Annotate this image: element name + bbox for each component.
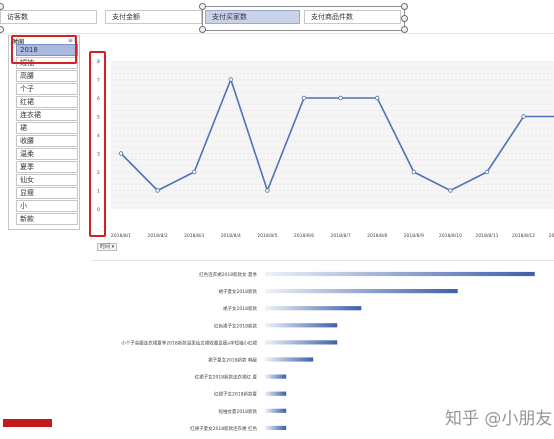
bar — [265, 357, 314, 362]
bar — [265, 306, 362, 311]
resize-handle[interactable] — [0, 26, 4, 33]
x-tick-label: 2018/8/4 — [221, 233, 241, 239]
x-tick-label: 2018/8/7 — [330, 233, 350, 239]
slicer-item[interactable]: 温柔 — [16, 148, 78, 160]
x-tick-label: 2018/8/1 — [111, 233, 131, 239]
x-tick-label: 2018/8/12 — [512, 233, 535, 239]
bar — [265, 391, 287, 396]
data-point — [155, 188, 160, 193]
bar — [265, 408, 287, 413]
slicer-item[interactable]: 个子 — [16, 83, 78, 95]
category-label: 裙子夏女2018新款 韩版 — [208, 357, 257, 364]
resize-handle[interactable] — [0, 3, 4, 10]
data-point — [265, 188, 270, 193]
axis-field-button[interactable]: 时间 ▾ — [97, 243, 117, 251]
line-chart-svg: 0123456782018/8/1 2018/8/2 2018/8/3 2018/8/… — [97, 59, 554, 239]
slicer-item[interactable]: 连衣裙 — [16, 109, 78, 121]
category-label: 短袖女夏2018新款 — [219, 408, 258, 415]
bar — [265, 323, 338, 328]
category-label: 红色连衣裙2018新款女 夏季 — [199, 271, 257, 278]
slicer-item[interactable]: 新款 — [16, 213, 78, 225]
x-tick-label: 2018/8/13 — [549, 233, 554, 239]
category-label: 小个子高腰连衣裙夏季2018新款温柔仙女裙收腰显瘦a字短袖小红裙 — [121, 339, 257, 346]
x-tick-label: 2018/8/2 — [147, 233, 167, 239]
tab-payment-amount[interactable]: 支付金额 — [105, 10, 202, 24]
x-tick-label: 2018/8/3 — [184, 233, 204, 239]
category-label: 红裙子女2018新款夏 — [214, 391, 257, 398]
x-tick-label: 2018/8/10 — [439, 233, 462, 239]
watermark: 知乎 @小朋友 — [445, 409, 553, 429]
resize-handle[interactable] — [199, 26, 206, 33]
category-label: 裙子女2018新款 — [223, 305, 257, 312]
data-point — [301, 95, 307, 101]
x-tick-label: 2018/8/11 — [475, 233, 498, 239]
bar — [265, 271, 535, 277]
metric-tab-bar: 访客数 支付金额 支付买家数 支付商品件数 — [0, 0, 554, 34]
slicer-item[interactable]: 仙女 — [16, 174, 78, 186]
slicer-item[interactable]: 显瘦 — [16, 187, 78, 199]
resize-handle[interactable] — [199, 3, 206, 10]
resize-handle[interactable] — [401, 15, 408, 22]
category-label: 裙子夏女2018新款 — [219, 288, 258, 295]
slicer-item[interactable]: 红裙 — [16, 96, 78, 108]
bar — [265, 289, 458, 294]
category-label: 红色裙子女2018新款 — [214, 322, 257, 329]
slicer-item[interactable]: 夏季 — [16, 161, 78, 173]
tab-visitors[interactable]: 访客数 — [0, 10, 97, 24]
bar — [265, 374, 287, 379]
slicer-item[interactable]: 裙 — [16, 122, 78, 134]
resize-handle[interactable] — [401, 26, 408, 33]
bar — [265, 340, 338, 345]
selection-frame — [202, 6, 405, 31]
data-point — [411, 169, 416, 175]
data-point — [375, 95, 380, 101]
resize-handle[interactable] — [401, 3, 408, 10]
highlight-box-slicer — [11, 35, 77, 64]
data-point — [484, 169, 490, 175]
data-point — [228, 77, 233, 82]
x-tick-label: 2018/8/5 — [257, 233, 277, 239]
data-point — [118, 151, 124, 156]
keyword-slicer: 时间 ≡× 2018 短袖 高腰 个子 红裙 连衣裙裙收腰 温柔 夏季 仙女 显瘦小新款 — [8, 35, 80, 230]
x-tick-label: 2018/8/9 — [404, 233, 424, 239]
data-point — [448, 188, 453, 193]
slicer-item[interactable]: 高腰 — [16, 70, 78, 82]
highlight-box-y-axis — [89, 51, 106, 237]
bar — [265, 425, 287, 430]
data-point — [191, 169, 197, 175]
slicer-item[interactable]: 收腰 — [16, 135, 78, 147]
red-color-block — [3, 419, 52, 427]
category-label: 红裙子女2018新款连衣裙红 夏 — [195, 374, 258, 381]
line-chart: 0 1 2 3 4 5 6 7 8 2018/8/1 2018/8/2 2018/8/3 2018/8/… — [91, 55, 554, 243]
category-label: 红裙子夏女2018新款连衣裙 红色 — [190, 425, 257, 432]
slicer-item[interactable]: 小 — [16, 200, 78, 212]
x-tick-label: 2018/8/6 — [294, 233, 314, 239]
x-tick-label: 2018/8/8 — [367, 233, 387, 239]
data-point — [521, 114, 526, 119]
data-point — [338, 95, 343, 101]
